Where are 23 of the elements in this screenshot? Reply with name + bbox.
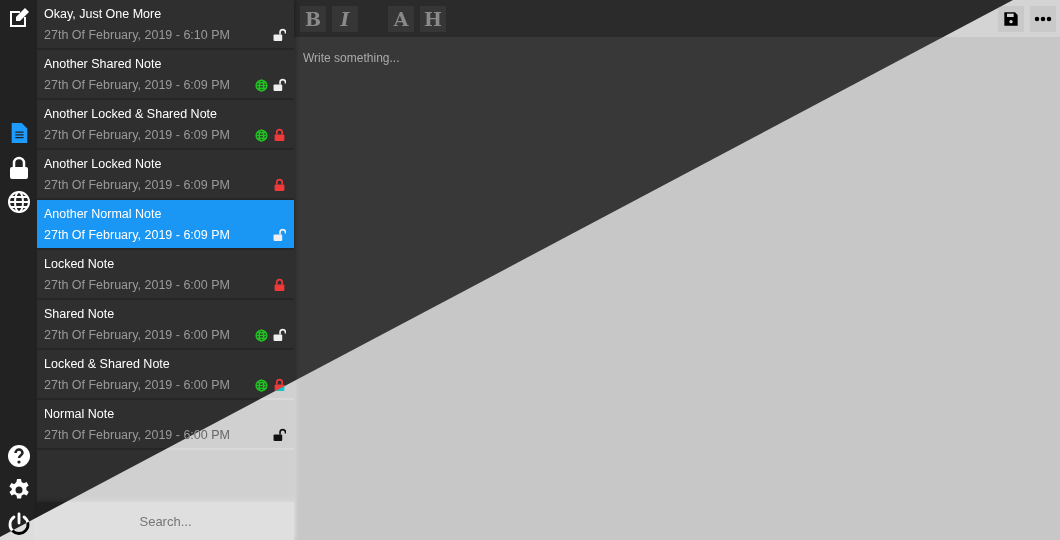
note-date: 27th Of February, 2019 - 6:09 PM — [44, 128, 231, 142]
note-title: Another Normal Note — [44, 207, 163, 222]
note-title: Locked & Shared Note — [44, 357, 171, 372]
note-date: 27th Of February, 2019 - 6:09 PM — [44, 78, 231, 92]
note-date: 27th Of February, 2019 - 6:10 PM — [44, 28, 231, 42]
format-button[interactable]: B — [300, 5, 326, 32]
note-title: Another Shared Note — [44, 57, 163, 72]
note-title: Another Locked Note — [44, 157, 163, 172]
note-date: 27th Of February, 2019 - 6:00 PM — [44, 378, 231, 392]
format-button[interactable]: H — [420, 5, 446, 32]
note-title: Normal Note — [44, 407, 116, 422]
note-title: Shared Note — [44, 307, 116, 322]
note-title: Locked Note — [44, 257, 116, 272]
note-title: Another Locked & Shared Note — [44, 107, 219, 122]
note-title: Okay, Just One More — [44, 7, 163, 22]
note-date: 27th Of February, 2019 - 6:00 PM — [44, 328, 231, 342]
help-icon[interactable] — [6, 444, 31, 468]
format-button[interactable]: I — [332, 5, 358, 32]
note-date: 27th Of February, 2019 - 6:00 PM — [44, 278, 231, 292]
globe-icon[interactable] — [6, 190, 31, 214]
format-button[interactable]: A — [388, 5, 414, 32]
note-date: 27th Of February, 2019 - 6:09 PM — [44, 178, 231, 192]
note-date: 27th Of February, 2019 - 6:09 PM — [44, 228, 231, 242]
